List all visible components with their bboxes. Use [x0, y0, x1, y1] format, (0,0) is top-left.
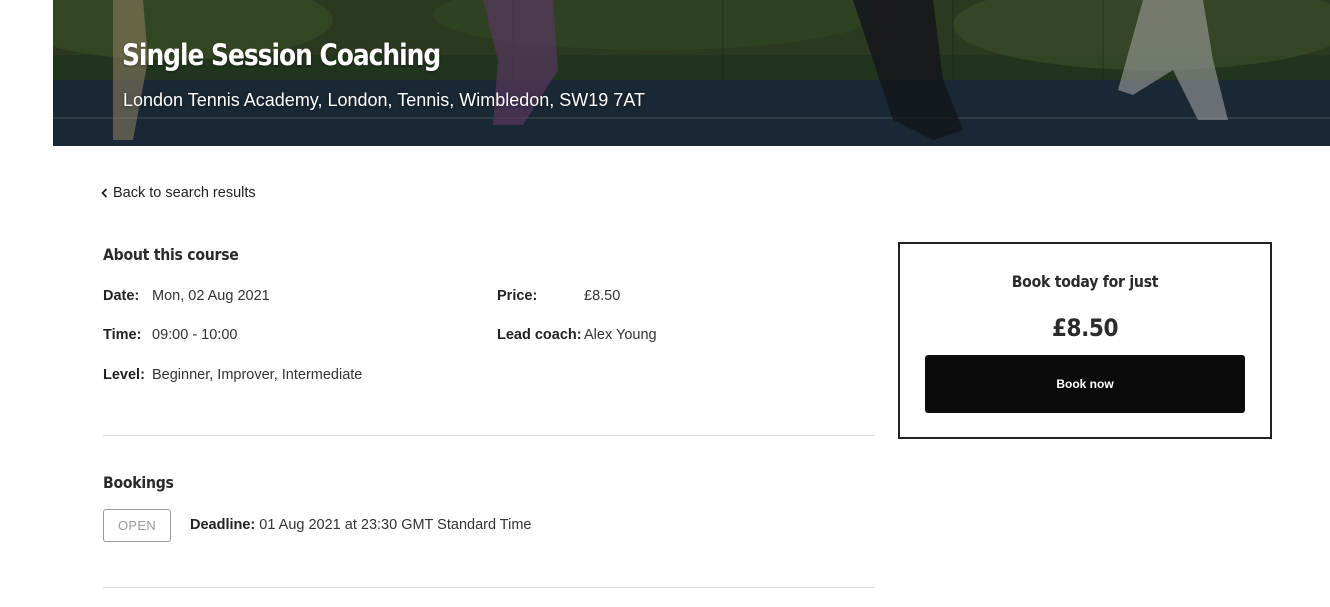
level-label: Level: — [103, 367, 145, 383]
date-value: Mon, 02 Aug 2021 — [152, 288, 270, 304]
price-row: Price: £8.50 — [497, 288, 620, 304]
status-badge: OPEN — [103, 509, 171, 542]
date-row: Date: Mon, 02 Aug 2021 — [103, 288, 270, 304]
coach-row: Lead coach: Alex Young — [497, 327, 657, 343]
chevron-left-icon — [101, 188, 108, 198]
back-link-label: Back to search results — [113, 185, 256, 201]
time-row: Time: 09:00 - 10:00 — [103, 327, 237, 343]
coach-label: Lead coach: — [497, 327, 582, 343]
level-value: Beginner, Improver, Intermediate — [152, 367, 363, 383]
booking-card-price: £8.50 — [1051, 314, 1119, 342]
deadline-value: 01 Aug 2021 at 23:30 GMT Standard Time — [259, 517, 532, 533]
level-row: Level: Beginner, Improver, Intermediate — [103, 367, 362, 383]
deadline-label: Deadline: — [190, 517, 256, 533]
back-to-results-link[interactable]: Back to search results — [101, 185, 256, 201]
deadline-text: Deadline: 01 Aug 2021 at 23:30 GMT Stand… — [190, 517, 531, 533]
time-label: Time: — [103, 327, 142, 343]
venue-location: London Tennis Academy, London, Tennis, W… — [123, 90, 645, 110]
page-title: Single Session Coaching — [122, 38, 441, 72]
coach-value: Alex Young — [584, 327, 657, 343]
price-value: £8.50 — [584, 288, 621, 304]
about-heading: About this course — [103, 245, 239, 264]
book-now-button[interactable]: Book now — [925, 355, 1245, 413]
section-divider — [103, 435, 875, 436]
bookings-heading: Bookings — [103, 473, 174, 492]
price-label: Price: — [497, 288, 538, 304]
booking-card: Book today for just £8.50 Book now — [898, 242, 1272, 439]
booking-card-title: Book today for just — [1011, 272, 1159, 291]
section-divider — [103, 587, 875, 588]
hero-overlay — [53, 0, 1330, 146]
date-label: Date: — [103, 288, 140, 304]
time-value: 09:00 - 10:00 — [152, 327, 238, 343]
hero-banner: Single Session Coaching London Tennis Ac… — [53, 0, 1330, 146]
